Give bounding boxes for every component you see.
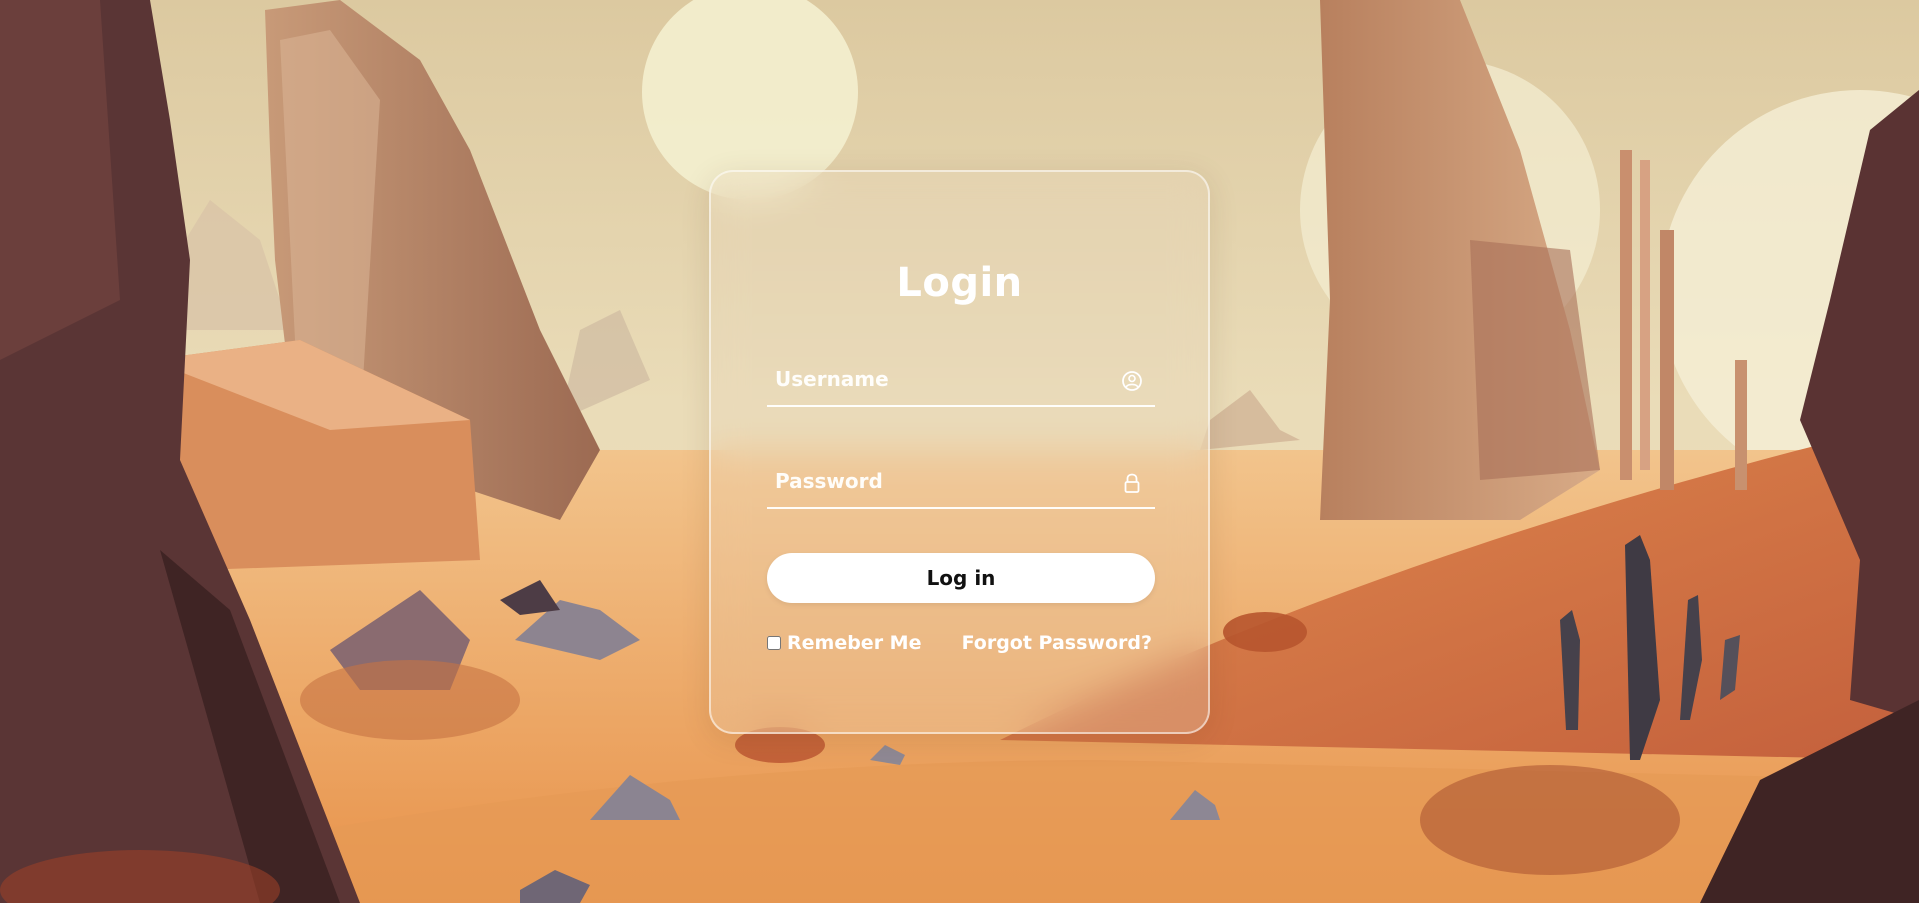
password-field bbox=[767, 457, 1155, 509]
login-button[interactable]: Log in bbox=[767, 553, 1155, 603]
remember-me-option[interactable]: Remeber Me bbox=[767, 630, 921, 656]
remember-me-label: Remeber Me bbox=[787, 632, 922, 654]
remember-me-checkbox[interactable] bbox=[767, 636, 781, 650]
user-circle-icon bbox=[1122, 371, 1142, 391]
login-title: Login bbox=[896, 260, 1023, 306]
username-field bbox=[767, 355, 1155, 407]
forgot-password-link[interactable]: Forgot Password? bbox=[962, 630, 1152, 656]
username-input[interactable] bbox=[773, 355, 1117, 403]
lock-icon bbox=[1124, 473, 1140, 493]
login-card: Login Log in Remeber Me Forgot Password? bbox=[709, 170, 1210, 734]
password-input[interactable] bbox=[773, 457, 1117, 505]
